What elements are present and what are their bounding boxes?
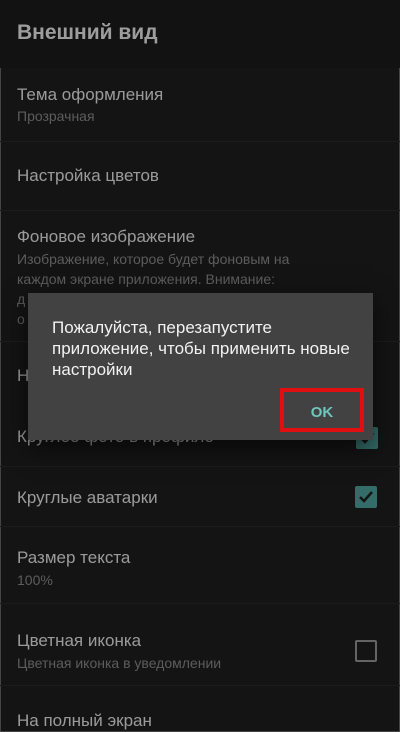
- dialog-message: Пожалуйста, перезапустите приложение, чт…: [52, 318, 350, 379]
- ok-button[interactable]: OK: [280, 388, 364, 432]
- ok-button-label: OK: [310, 404, 334, 421]
- restart-dialog: Пожалуйста, перезапустите приложение, чт…: [28, 293, 373, 440]
